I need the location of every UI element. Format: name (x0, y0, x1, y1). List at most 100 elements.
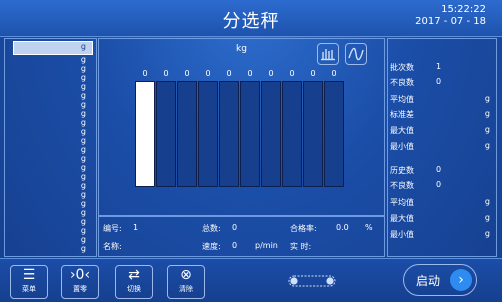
list-item: g (80, 190, 86, 199)
total-value: 0 (232, 223, 238, 232)
list-item: g (80, 244, 86, 253)
bin-count: 0 (226, 69, 232, 78)
std-label: 标准差 (390, 110, 414, 119)
start-button[interactable]: 启动 › (403, 264, 477, 296)
min-label: 最小值 (390, 142, 414, 151)
batch-count-value: 1 (436, 62, 442, 71)
grade-bar (261, 81, 281, 187)
curve-view-icon[interactable] (345, 43, 367, 65)
start-label: 启动 (416, 274, 441, 288)
list-item: g (80, 172, 86, 181)
batch-info-panel: 编号: 1 总数: 0 合格率: 0.0 % 名称: 速度: 0 p/min 实… (98, 216, 385, 257)
clear-button[interactable]: ⊗ 清除 (167, 265, 205, 299)
pass-rate-label: 合格率: (290, 224, 317, 233)
selected-unit: g (80, 42, 86, 51)
list-item: g (80, 118, 86, 127)
list-item: g (80, 127, 86, 136)
list-item: g (80, 235, 86, 244)
list-item: g (80, 136, 86, 145)
bin-count: 0 (163, 69, 169, 78)
history-max-unit: g (484, 213, 490, 222)
speed-label: 速度: (202, 242, 221, 251)
grade-bar (177, 81, 197, 187)
bin-count: 0 (289, 69, 295, 78)
name-label: 名称: (103, 242, 122, 251)
bottom-toolbar: ☰ 菜单 ›0‹ 置零 ⇄ 切换 ⊗ 清除 启动 › (0, 258, 502, 302)
bin-count: 0 (247, 69, 253, 78)
conveyor-icon (288, 275, 336, 287)
switch-button[interactable]: ⇄ 切换 (115, 265, 153, 299)
min-unit: g (484, 141, 490, 150)
history-value: 0 (436, 165, 442, 174)
list-item: g (80, 181, 86, 190)
clear-label: 清除 (179, 285, 193, 293)
batch-count-label: 批次数 (390, 63, 414, 72)
zero-label: 置零 (73, 285, 87, 293)
pass-rate-value: 0.0 (336, 223, 349, 232)
clock-date: 2017 - 07 - 18 (415, 16, 486, 27)
grade-bar (240, 81, 260, 187)
bin-count: 0 (310, 69, 316, 78)
menu-button[interactable]: ☰ 菜单 (10, 265, 48, 299)
bin-count: 0 (331, 69, 337, 78)
list-item: g (80, 109, 86, 118)
grade-bar (156, 81, 176, 187)
list-item: g (80, 226, 86, 235)
avg-label: 平均值 (390, 95, 414, 104)
speed-value: 0 (232, 241, 238, 250)
max-unit: g (484, 125, 490, 134)
bar-chart-view-icon[interactable] (317, 43, 339, 65)
history-min-label: 最小值 (390, 230, 414, 239)
avg-unit: g (484, 94, 490, 103)
list-item: g (80, 208, 86, 217)
number-value: 1 (133, 223, 139, 232)
clock-time: 15:22:22 (441, 4, 486, 15)
history-min-unit: g (484, 229, 490, 238)
bin-count: 0 (184, 69, 190, 78)
history-avg-label: 平均值 (390, 198, 414, 207)
list-item: g (80, 64, 86, 73)
chevron-right-icon: › (450, 269, 472, 291)
menu-label: 菜单 (22, 285, 36, 293)
bad-count-value: 0 (436, 77, 442, 86)
history-bad-value: 0 (436, 180, 442, 189)
list-item: g (80, 73, 86, 82)
speed-unit: p/min (255, 241, 278, 250)
bin-count: 0 (142, 69, 148, 78)
list-item: g (80, 154, 86, 163)
switch-icon: ⇄ (128, 267, 140, 283)
grade-bar (135, 81, 155, 187)
scale-screen: 分选秤 15:22:22 2017 - 07 - 18 g g g g g g … (0, 0, 502, 302)
clear-icon: ⊗ (180, 267, 192, 283)
switch-label: 切换 (127, 285, 141, 293)
statistics-panel: 批次数 1 不良数 0 平均值 g 标准差 g 最大值 g 最小值 g 历史数 … (387, 38, 497, 257)
weight-list-panel[interactable]: g g g g g g g g g g g g g g g g g g g g … (4, 38, 97, 257)
list-item: g (80, 55, 86, 64)
std-unit: g (484, 109, 490, 118)
history-max-label: 最大值 (390, 214, 414, 223)
zero-button[interactable]: ›0‹ 置零 (61, 265, 99, 299)
title-bar: 分选秤 15:22:22 2017 - 07 - 18 (0, 0, 502, 37)
list-item: g (80, 163, 86, 172)
menu-icon: ☰ (22, 267, 36, 283)
history-avg-unit: g (484, 197, 490, 206)
weight-unit: kg (236, 44, 247, 54)
total-label: 总数: (202, 224, 221, 233)
list-item: g (80, 91, 86, 100)
max-label: 最大值 (390, 126, 414, 135)
pass-rate-unit: % (365, 223, 373, 232)
bin-count: 0 (268, 69, 274, 78)
number-label: 编号: (103, 224, 122, 233)
list-item: g (80, 199, 86, 208)
zero-icon: ›0‹ (69, 267, 91, 283)
list-item: g (80, 100, 86, 109)
bin-count: 0 (205, 69, 211, 78)
grade-bar (303, 81, 323, 187)
realtime-label: 实 时: (290, 242, 312, 251)
clock: 15:22:22 2017 - 07 - 18 (415, 4, 486, 28)
weight-list-selected-row[interactable]: g (13, 41, 93, 55)
bad-count-label: 不良数 (390, 78, 414, 87)
history-bad-label: 不良数 (390, 181, 414, 190)
grade-bar (198, 81, 218, 187)
list-item: g (80, 82, 86, 91)
